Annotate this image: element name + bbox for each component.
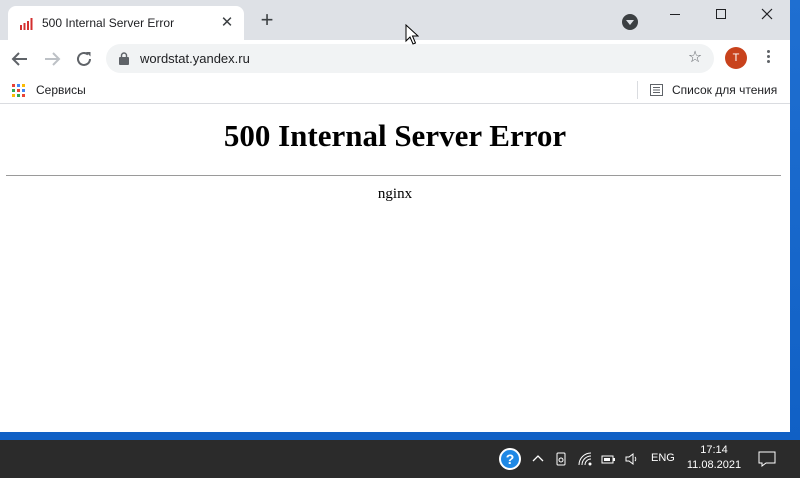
browser-window: 500 Internal Server Error ✕ + wordstat.y… <box>0 0 790 432</box>
page-content: 500 Internal Server Error nginx <box>0 105 790 432</box>
tab-strip: 500 Internal Server Error ✕ + <box>0 0 790 40</box>
volume-icon[interactable] <box>624 451 640 467</box>
tab-title: 500 Internal Server Error <box>42 16 175 30</box>
back-arrow-icon[interactable] <box>7 46 33 72</box>
address-bar[interactable]: wordstat.yandex.ru ☆ <box>106 44 714 73</box>
mouse-cursor-icon <box>405 24 419 45</box>
apps-bookmark-label[interactable]: Сервисы <box>36 83 86 97</box>
window-close-button[interactable] <box>744 0 790 26</box>
minimize-button[interactable] <box>652 0 698 26</box>
tab-search-icon[interactable] <box>622 14 638 30</box>
close-icon[interactable]: ✕ <box>218 14 236 32</box>
help-icon[interactable]: ? <box>499 448 521 470</box>
lock-icon[interactable] <box>118 52 130 65</box>
reload-icon[interactable] <box>71 46 97 72</box>
bar-chart-favicon-icon <box>20 18 33 30</box>
apps-grid-icon[interactable] <box>12 84 25 97</box>
reading-list-label[interactable]: Список для чтения <box>672 83 777 97</box>
clock[interactable]: 17:14 11.08.2021 <box>684 443 744 473</box>
reading-list-icon[interactable] <box>650 84 663 96</box>
battery-icon[interactable] <box>600 451 616 467</box>
maximize-icon <box>716 9 726 20</box>
device-icon[interactable] <box>554 451 570 467</box>
network-icon[interactable] <box>577 451 593 467</box>
forward-arrow-icon[interactable] <box>39 46 65 72</box>
bookmarks-divider <box>637 81 638 99</box>
taskbar: ? ENG 17:14 11.08.2021 <box>0 440 800 478</box>
divider <box>6 175 781 176</box>
clock-time: 17:14 <box>700 444 728 456</box>
language-indicator[interactable]: ENG <box>651 452 675 464</box>
bookmarks-bar: Сервисы Список для чтения <box>0 77 790 104</box>
profile-avatar[interactable]: T <box>725 47 747 69</box>
new-tab-button[interactable]: + <box>255 9 279 33</box>
browser-toolbar: wordstat.yandex.ru ☆ T <box>0 40 790 77</box>
error-heading: 500 Internal Server Error <box>223 118 567 153</box>
bookmark-star-icon[interactable]: ☆ <box>686 49 704 67</box>
url-text[interactable]: wordstat.yandex.ru <box>140 51 250 66</box>
clock-date: 11.08.2021 <box>686 459 742 471</box>
close-icon <box>761 8 773 20</box>
minimize-icon <box>670 13 680 15</box>
maximize-button[interactable] <box>698 0 744 26</box>
notification-icon[interactable] <box>758 450 776 468</box>
kebab-menu-icon[interactable] <box>760 48 776 68</box>
server-name: nginx <box>377 186 413 202</box>
chevron-up-icon[interactable] <box>530 451 546 467</box>
tab-active[interactable]: 500 Internal Server Error ✕ <box>8 6 244 40</box>
